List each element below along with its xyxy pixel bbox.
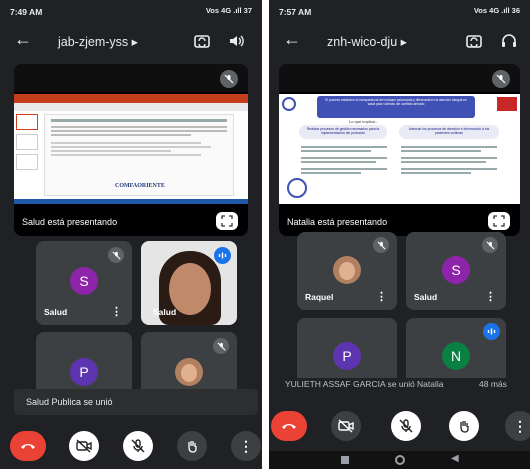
participant-tile[interactable]: S Salud ⋮ (36, 241, 132, 325)
screen-share-area[interactable]: COMFAORIENTE Salud está presentando (14, 64, 248, 236)
camera-off-icon[interactable] (331, 411, 361, 441)
join-ticker: YULIETH ASSAF GARCIA se unió Natalia 48 … (269, 372, 530, 394)
top-bar: ← jab-zjem-yss ▸ (0, 24, 262, 58)
status-time: 7:57 AM (279, 7, 312, 17)
avatar: P (333, 342, 361, 370)
mic-off-icon (213, 338, 229, 354)
share-header (14, 64, 248, 92)
recents-icon[interactable] (341, 456, 349, 464)
participant-tile[interactable]: Raquel ⋮ (297, 232, 397, 310)
nav-back-icon[interactable]: ◀ (451, 453, 459, 464)
mic-off-icon (108, 247, 124, 263)
back-arrow-icon[interactable]: ← (283, 29, 301, 50)
status-bar: 7:49 AM Vos 4G .ıll 37 (0, 0, 262, 20)
avatar: P (70, 358, 98, 386)
participant-tile[interactable]: S Salud ⋮ (406, 232, 506, 310)
mic-off-icon (373, 237, 389, 253)
mic-off-icon (482, 237, 498, 253)
mic-off-icon (220, 70, 238, 88)
expand-icon[interactable] (216, 212, 238, 230)
presenting-label: Natalia está presentando (287, 217, 388, 227)
more-options-icon[interactable]: ⋮ (231, 431, 261, 461)
top-bar: ← znh-wico-dju ▸ (269, 24, 530, 58)
avatar: N (442, 342, 470, 370)
back-arrow-icon[interactable]: ← (14, 29, 32, 50)
meeting-screen-left: 7:49 AM Vos 4G .ıll 37 ← jab-zjem-yss ▸ (0, 0, 262, 469)
shared-powerpoint-screen: COMFAORIENTE (14, 94, 248, 204)
mic-off-icon[interactable] (123, 431, 153, 461)
participant-tile[interactable]: P (36, 332, 132, 392)
meeting-code[interactable]: jab-zjem-yss ▸ (58, 34, 138, 49)
camera-off-icon[interactable] (69, 431, 99, 461)
hangup-icon[interactable] (271, 411, 307, 441)
participant-tile[interactable] (141, 332, 237, 392)
slide-subtitle: Lo que implica... (349, 119, 379, 124)
participant-name: Salud (44, 307, 68, 317)
screen-share-area[interactable]: El proceso establece la transparencia de… (279, 64, 520, 236)
speaker-icon[interactable] (228, 33, 246, 49)
home-icon[interactable] (395, 455, 405, 465)
meeting-code-text: jab-zjem-yss (58, 35, 129, 49)
ticker-name: Natalia (417, 379, 444, 389)
shared-slide: El proceso establece la transparencia de… (279, 94, 520, 204)
camera-switch-icon[interactable] (465, 33, 483, 49)
slide-right-head: Adecuar los procesos de atención e infor… (408, 127, 490, 135)
mic-off-icon[interactable] (391, 411, 421, 441)
more-vert-icon[interactable]: ⋮ (376, 290, 387, 303)
raise-hand-icon[interactable] (177, 431, 207, 461)
status-bar: 7:57 AM Vos 4G .ıll 36 (269, 0, 530, 20)
share-header (279, 64, 520, 92)
avatar (175, 358, 203, 386)
slide-title: El proceso establece la transparencia de… (325, 98, 467, 106)
headphones-icon[interactable] (500, 33, 518, 49)
more-vert-icon[interactable]: ⋮ (485, 290, 496, 303)
participant-name: Raquel (305, 292, 334, 302)
ticker-more: 48 más (479, 379, 507, 389)
raise-hand-icon[interactable] (449, 411, 479, 441)
call-controls: ⋮ (269, 405, 530, 445)
participant-video-tile[interactable]: Salud (141, 241, 237, 325)
presenting-label: Salud está presentando (22, 217, 118, 227)
more-vert-icon[interactable]: ⋮ (111, 305, 122, 318)
toast-text: Salud Publica se unió (26, 397, 113, 407)
status-indicators: Vos 4G .ıll 36 (473, 6, 520, 15)
participant-tile[interactable]: P (297, 318, 397, 378)
slide-left-head: Realizar procesos de gestión necesarios … (306, 127, 380, 135)
expand-icon[interactable] (488, 212, 510, 230)
status-time: 7:49 AM (10, 7, 43, 17)
hangup-icon[interactable] (10, 431, 46, 461)
camera-switch-icon[interactable] (193, 33, 211, 49)
participant-name: Salud (414, 292, 438, 302)
participant-name: Salud (153, 307, 177, 317)
more-options-icon[interactable]: ⋮ (505, 411, 530, 441)
slide-logo: COMFAORIENTE (115, 183, 165, 189)
join-toast: Salud Publica se unió (14, 389, 258, 415)
avatar (333, 256, 361, 284)
participant-tile[interactable]: N (406, 318, 506, 378)
android-nav-bar: ◀ (269, 451, 530, 469)
mic-off-icon (492, 70, 510, 88)
meeting-screen-right: 7:57 AM Vos 4G .ıll 36 ← znh-wico-dju ▸ … (269, 0, 530, 469)
meeting-code[interactable]: znh-wico-dju ▸ (327, 34, 407, 49)
audio-wave-icon (214, 247, 231, 264)
avatar: S (70, 267, 98, 295)
ticker-joined: YULIETH ASSAF GARCIA se unió (285, 379, 415, 389)
avatar: S (442, 256, 470, 284)
audio-wave-icon (483, 323, 500, 340)
call-controls: ⋮ (0, 425, 262, 465)
meeting-code-text: znh-wico-dju (327, 35, 398, 49)
status-indicators: Vos 4G .ıll 37 (205, 6, 252, 15)
